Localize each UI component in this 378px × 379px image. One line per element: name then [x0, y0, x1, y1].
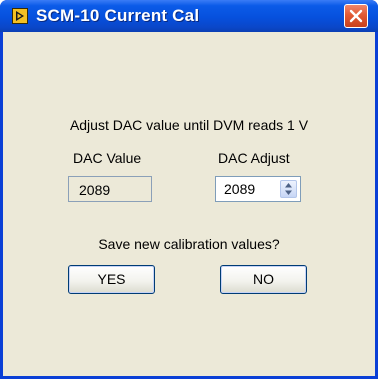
labview-icon [12, 8, 28, 24]
instruction-text: Adjust DAC value until DVM reads 1 V [69, 117, 309, 133]
title-bar[interactable]: SCM-10 Current Cal [0, 0, 378, 32]
spinner-button[interactable] [280, 180, 297, 198]
dac-value-text: 2089 [79, 182, 111, 198]
up-down-spinner-icon [285, 183, 292, 195]
no-button[interactable]: NO [220, 265, 307, 294]
yes-button[interactable]: YES [68, 265, 155, 294]
dac-adjust-input[interactable]: 2089 [224, 181, 255, 197]
dac-adjust-control[interactable]: 2089 [215, 176, 301, 202]
dac-value-label: DAC Value [73, 150, 142, 166]
save-prompt: Save new calibration values? [98, 236, 280, 252]
dac-adjust-label: DAC Adjust [218, 150, 290, 166]
close-button[interactable] [344, 4, 368, 28]
dialog-window: SCM-10 Current Cal Adjust DAC value unti… [0, 0, 378, 379]
dialog-body: Adjust DAC value until DVM reads 1 V DAC… [3, 32, 375, 376]
close-icon [349, 9, 363, 23]
window-title: SCM-10 Current Cal [36, 6, 200, 25]
dac-value-indicator: 2089 [68, 176, 152, 202]
